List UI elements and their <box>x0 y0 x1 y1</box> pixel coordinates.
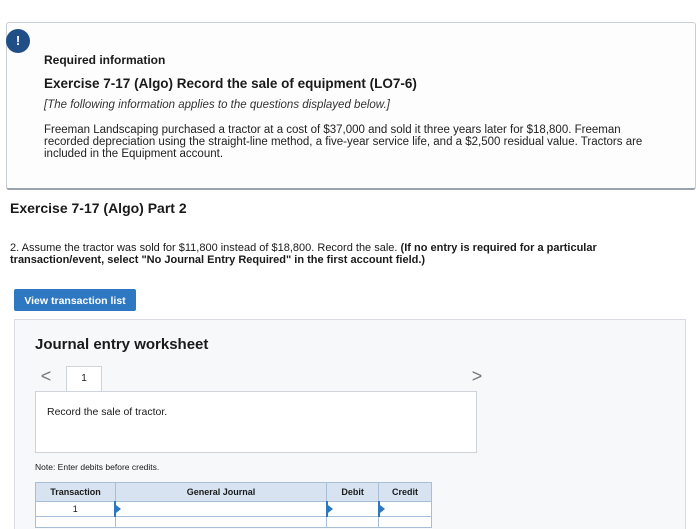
view-transaction-list-button[interactable]: View transaction list <box>14 289 136 311</box>
transaction-tab-1[interactable]: 1 <box>66 366 102 392</box>
transaction-number-cell <box>35 516 116 528</box>
entry-description-box: Record the sale of tractor. <box>35 391 477 453</box>
account-select-field[interactable] <box>114 516 328 528</box>
question-text: 2. Assume the tractor was sold for $11,8… <box>10 242 670 266</box>
table-row: 1 <box>35 501 432 517</box>
column-header-debit: Debit <box>326 482 380 502</box>
debit-credit-note: Note: Enter debits before credits. <box>35 462 160 472</box>
info-content: Required information Exercise 7-17 (Algo… <box>44 53 654 160</box>
problem-description: Freeman Landscaping purchased a tractor … <box>44 124 643 160</box>
worksheet-title: Journal entry worksheet <box>35 336 209 353</box>
entry-description: Record the sale of tractor. <box>47 406 168 418</box>
exercise-title: Exercise 7-17 (Algo) Record the sale of … <box>44 76 417 91</box>
journal-entry-worksheet: Journal entry worksheet < 1 > Record the… <box>14 319 686 529</box>
column-header-general-journal: General Journal <box>114 482 328 502</box>
part-title: Exercise 7-17 (Algo) Part 2 <box>10 200 187 216</box>
credit-input-field[interactable] <box>377 501 432 517</box>
info-note: [The following information applies to th… <box>44 99 390 111</box>
credit-input-field[interactable] <box>378 516 432 528</box>
transaction-number-cell: 1 <box>35 501 116 517</box>
column-header-transaction: Transaction <box>35 482 116 502</box>
question-prompt: 2. Assume the tractor was sold for $11,8… <box>10 242 398 254</box>
chevron-left-icon[interactable]: < <box>39 366 53 386</box>
alert-icon: ! <box>6 29 30 53</box>
table-row <box>35 516 432 528</box>
required-information-panel: ! Required information Exercise 7-17 (Al… <box>6 22 696 190</box>
column-header-credit: Credit <box>378 482 432 502</box>
journal-entry-table: Transaction General Journal Debit Credit… <box>35 482 432 528</box>
required-information-label: Required information <box>44 53 166 67</box>
debit-input-field[interactable] <box>326 516 380 528</box>
account-select-field[interactable] <box>114 501 328 517</box>
chevron-right-icon[interactable]: > <box>470 366 484 386</box>
debit-input-field[interactable] <box>325 501 380 517</box>
